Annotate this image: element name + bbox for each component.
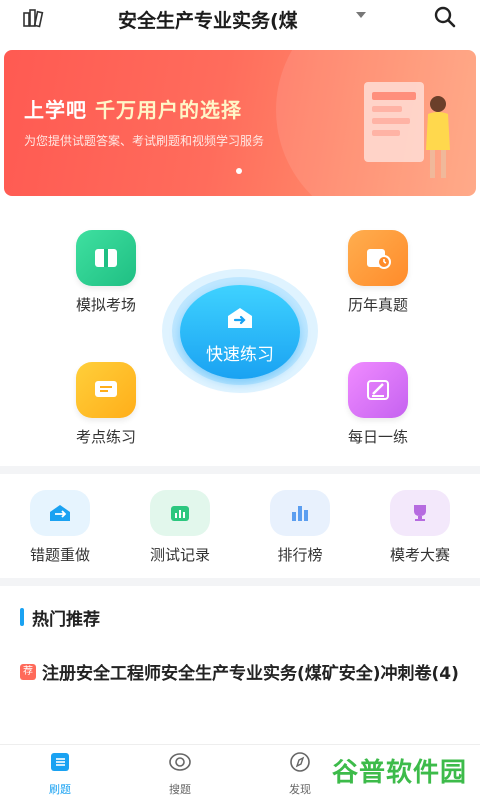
past-papers-label: 历年真题	[347, 296, 408, 314]
tool-label: 模考大赛	[389, 546, 450, 564]
mock-exam-button[interactable]: 模拟考场	[60, 230, 152, 315]
nav-label: 搜题	[169, 783, 191, 796]
section-divider	[0, 578, 480, 586]
tool-label: 错题重做	[29, 546, 90, 564]
list-icon	[51, 753, 69, 771]
envelope-arrow-icon	[228, 308, 252, 328]
tool-label: 测试记录	[149, 546, 210, 564]
banner-title-a: 上学吧	[24, 98, 87, 122]
promo-banner[interactable]: 上学吧 千万用户的选择 为您提供试题答案、考试刷题和视频学习服务	[4, 50, 476, 196]
calendar-clock-icon	[348, 230, 408, 286]
banner-subtitle: 为您提供试题答案、考试刷题和视频学习服务	[24, 134, 265, 148]
book-icon	[76, 230, 136, 286]
past-papers-button[interactable]: 历年真题	[332, 230, 424, 315]
redo-wrong-button[interactable]: 错题重做	[10, 490, 110, 565]
carousel-dot	[236, 168, 242, 174]
compass-icon	[290, 752, 310, 772]
banner-illustration	[364, 82, 450, 178]
recommend-item[interactable]: 注册安全工程师安全生产专业实务(煤矿安全)冲刺卷(4)	[20, 658, 464, 690]
mock-contest-button[interactable]: 模考大赛	[370, 490, 470, 565]
topic-practice-button[interactable]: 考点练习	[60, 362, 152, 447]
subject-title[interactable]: 安全生产专业实务(煤	[118, 6, 298, 33]
daily-practice-label: 每日一练	[347, 428, 408, 446]
redo-icon	[30, 490, 90, 536]
ranking-button[interactable]: 排行榜	[250, 490, 350, 565]
bar-chart-icon	[150, 490, 210, 536]
books-icon[interactable]	[22, 8, 46, 28]
recommend-tag: 荐	[20, 664, 36, 680]
quick-practice-label: 快速练习	[206, 345, 274, 365]
search-icon[interactable]	[434, 6, 456, 28]
daily-practice-button[interactable]: 每日一练	[332, 362, 424, 447]
chat-icon	[76, 362, 136, 418]
banner-title-b: 千万用户的选择	[94, 98, 242, 122]
edit-icon	[348, 362, 408, 418]
section-divider	[0, 466, 480, 474]
ranking-icon	[270, 490, 330, 536]
app-header: 安全生产专业实务(煤	[0, 0, 480, 42]
banner-title: 上学吧 千万用户的选择	[24, 94, 242, 123]
mock-exam-label: 模拟考场	[75, 296, 136, 314]
nav-tab-practice[interactable]: 刷题	[20, 751, 100, 797]
search-question-icon	[169, 753, 191, 771]
chevron-down-icon[interactable]	[356, 12, 366, 18]
nav-label: 刷题	[49, 783, 71, 796]
hot-title: 热门推荐	[32, 610, 100, 630]
tool-label: 排行榜	[277, 546, 323, 564]
test-record-button[interactable]: 测试记录	[130, 490, 230, 565]
trophy-icon	[390, 490, 450, 536]
watermark-logo: 谷普软件园	[332, 758, 468, 788]
topic-practice-label: 考点练习	[75, 428, 136, 446]
section-accent-bar	[20, 608, 24, 626]
nav-tab-search[interactable]: 搜题	[140, 751, 220, 797]
